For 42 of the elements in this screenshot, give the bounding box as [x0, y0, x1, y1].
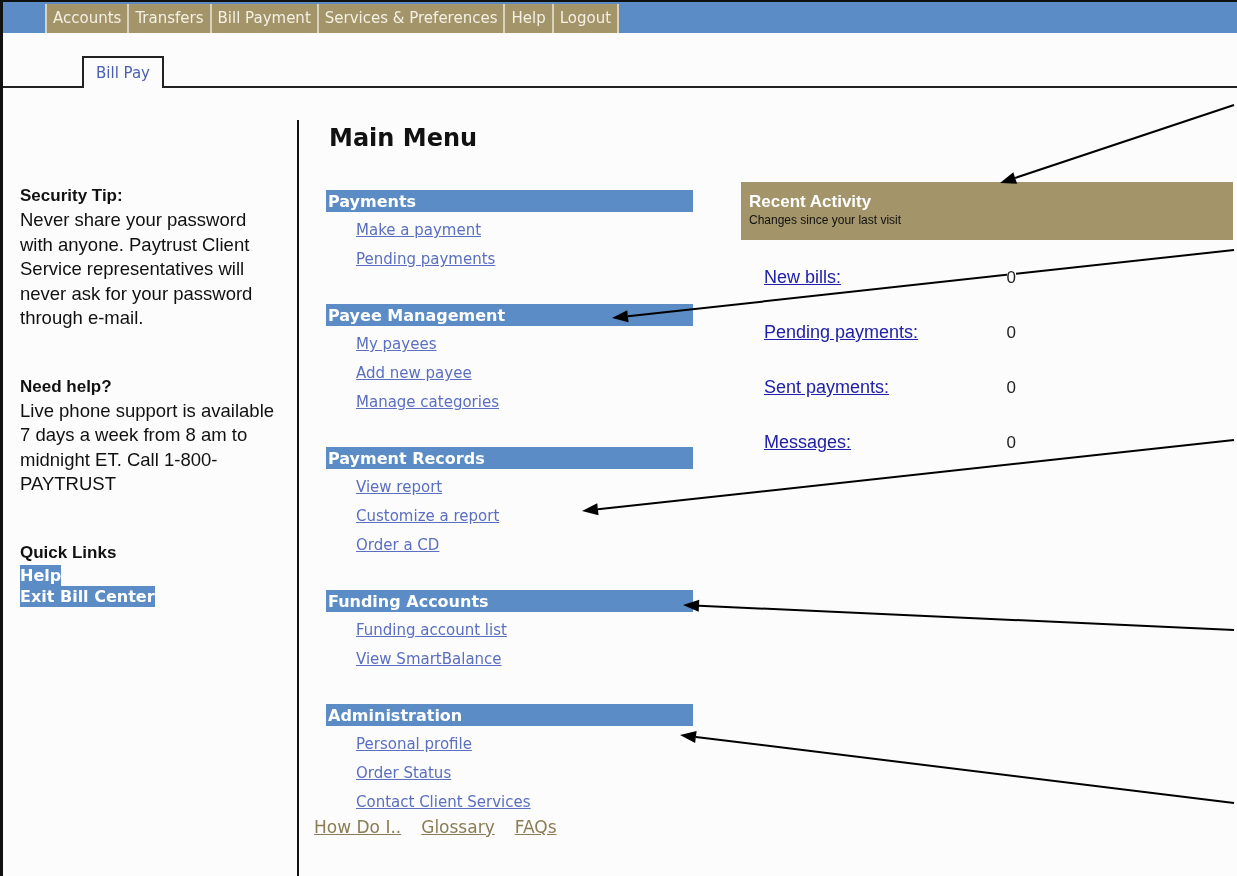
quick-link[interactable]: Help	[20, 564, 62, 586]
section-header: Funding Accounts	[326, 590, 693, 612]
menu-link[interactable]: Customize a report	[356, 502, 500, 531]
menu-link[interactable]: Personal profile	[356, 730, 472, 759]
quick-link[interactable]: Exit Bill Center	[20, 585, 155, 607]
menu-link[interactable]: Add new payee	[356, 359, 472, 388]
menu-link[interactable]: Funding account list	[356, 616, 507, 645]
activity-link[interactable]: Pending payments:	[764, 322, 919, 343]
activity-link[interactable]: Sent payments:	[764, 377, 890, 398]
menu-link[interactable]: View SmartBalance	[356, 645, 502, 674]
tab[interactable]: Bill Pay	[82, 56, 164, 88]
nav-item[interactable]: Transfers	[127, 4, 210, 33]
section-header: Payment Records	[326, 447, 693, 469]
activity-title: Recent Activity	[749, 192, 873, 212]
nav-item[interactable]: Bill Payment	[209, 4, 317, 33]
sidebar-text: Never share your password with anyone. Paytrust Client Service representatives will never ask for your password through e-mail.	[20, 208, 254, 330]
sidebar-heading: Quick Links	[20, 541, 118, 564]
sidebar-text: Live phone support is available 7 days a week from 8 am to midnight ET. Call 1-800-PAYTRUST	[20, 398, 276, 496]
menu-link[interactable]: Make a payment	[356, 216, 482, 245]
footer-link[interactable]: How Do I..	[314, 817, 402, 837]
nav-item[interactable]: Accounts	[45, 4, 128, 33]
section-header: Payee Management	[326, 304, 693, 326]
activity-link[interactable]: New bills:	[764, 267, 842, 288]
section-header: Payments	[326, 190, 693, 212]
menu-link[interactable]: Order Status	[356, 759, 452, 788]
menu-link[interactable]: Pending payments	[356, 245, 496, 274]
nav-item[interactable]: Logout	[551, 4, 620, 33]
activity-link[interactable]: Messages:	[764, 432, 852, 453]
sidebar-heading: Security Tip:	[20, 185, 124, 207]
page-title: Main Menu	[329, 123, 478, 153]
menu-link[interactable]: My payees	[356, 330, 437, 359]
footer-link[interactable]: FAQs	[514, 817, 557, 837]
footer-link[interactable]: Glossary	[421, 817, 495, 837]
activity-subtitle: Changes since your last visit	[749, 212, 903, 228]
menu-link[interactable]: Contact Client Services	[356, 788, 531, 817]
menu-link[interactable]: Manage categories	[356, 388, 499, 417]
section-header: Administration	[326, 704, 693, 726]
nav-item[interactable]: Help	[503, 4, 552, 33]
nav-item[interactable]: Services & Preferences	[316, 4, 504, 33]
menu-link[interactable]: Order a CD	[356, 531, 440, 560]
sidebar-heading: Need help?	[20, 375, 113, 398]
menu-link[interactable]: View report	[356, 473, 443, 502]
